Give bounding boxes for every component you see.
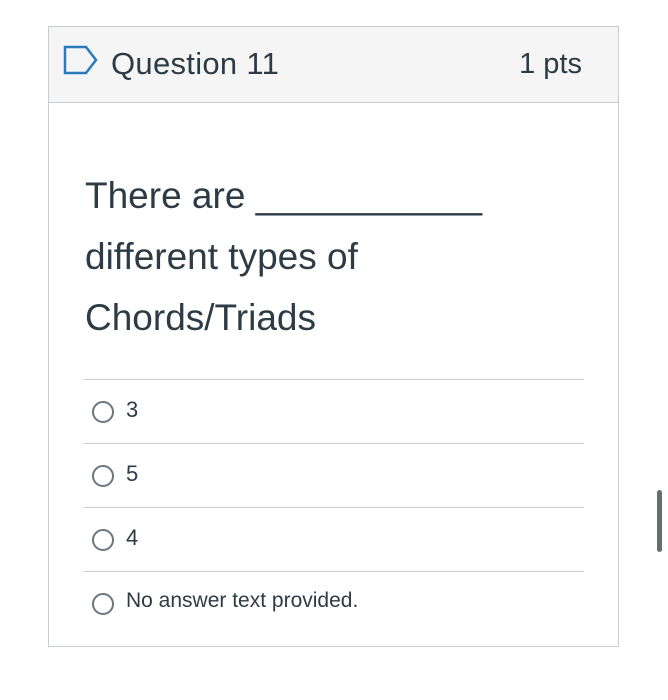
question-text: There are ___________ different types of… [85,175,483,338]
scrollbar-thumb[interactable] [657,490,662,552]
answer-option-3[interactable]: 3 [84,380,584,444]
flag-icon[interactable] [62,44,100,76]
answer-label: 4 [126,525,139,550]
radio-button[interactable] [92,401,114,423]
answer-option-5[interactable]: 5 [84,444,584,508]
question-title: Question 11 [111,46,280,81]
radio-button[interactable] [92,529,114,551]
answer-label: 5 [126,461,139,486]
question-points: 1 pts [519,48,582,80]
answer-label: No answer text provided. [126,589,359,612]
question-header: Question 11 1 pts [49,27,618,103]
question-card: Question 11 1 pts There are ___________ … [48,26,619,647]
answer-label: 3 [126,397,139,422]
radio-button[interactable] [92,593,114,615]
answer-option-no-text[interactable]: No answer text provided. [84,572,584,636]
answer-list: 3 5 4 No answer text provided. [84,379,584,636]
radio-button[interactable] [92,465,114,487]
answer-option-4[interactable]: 4 [84,508,584,572]
